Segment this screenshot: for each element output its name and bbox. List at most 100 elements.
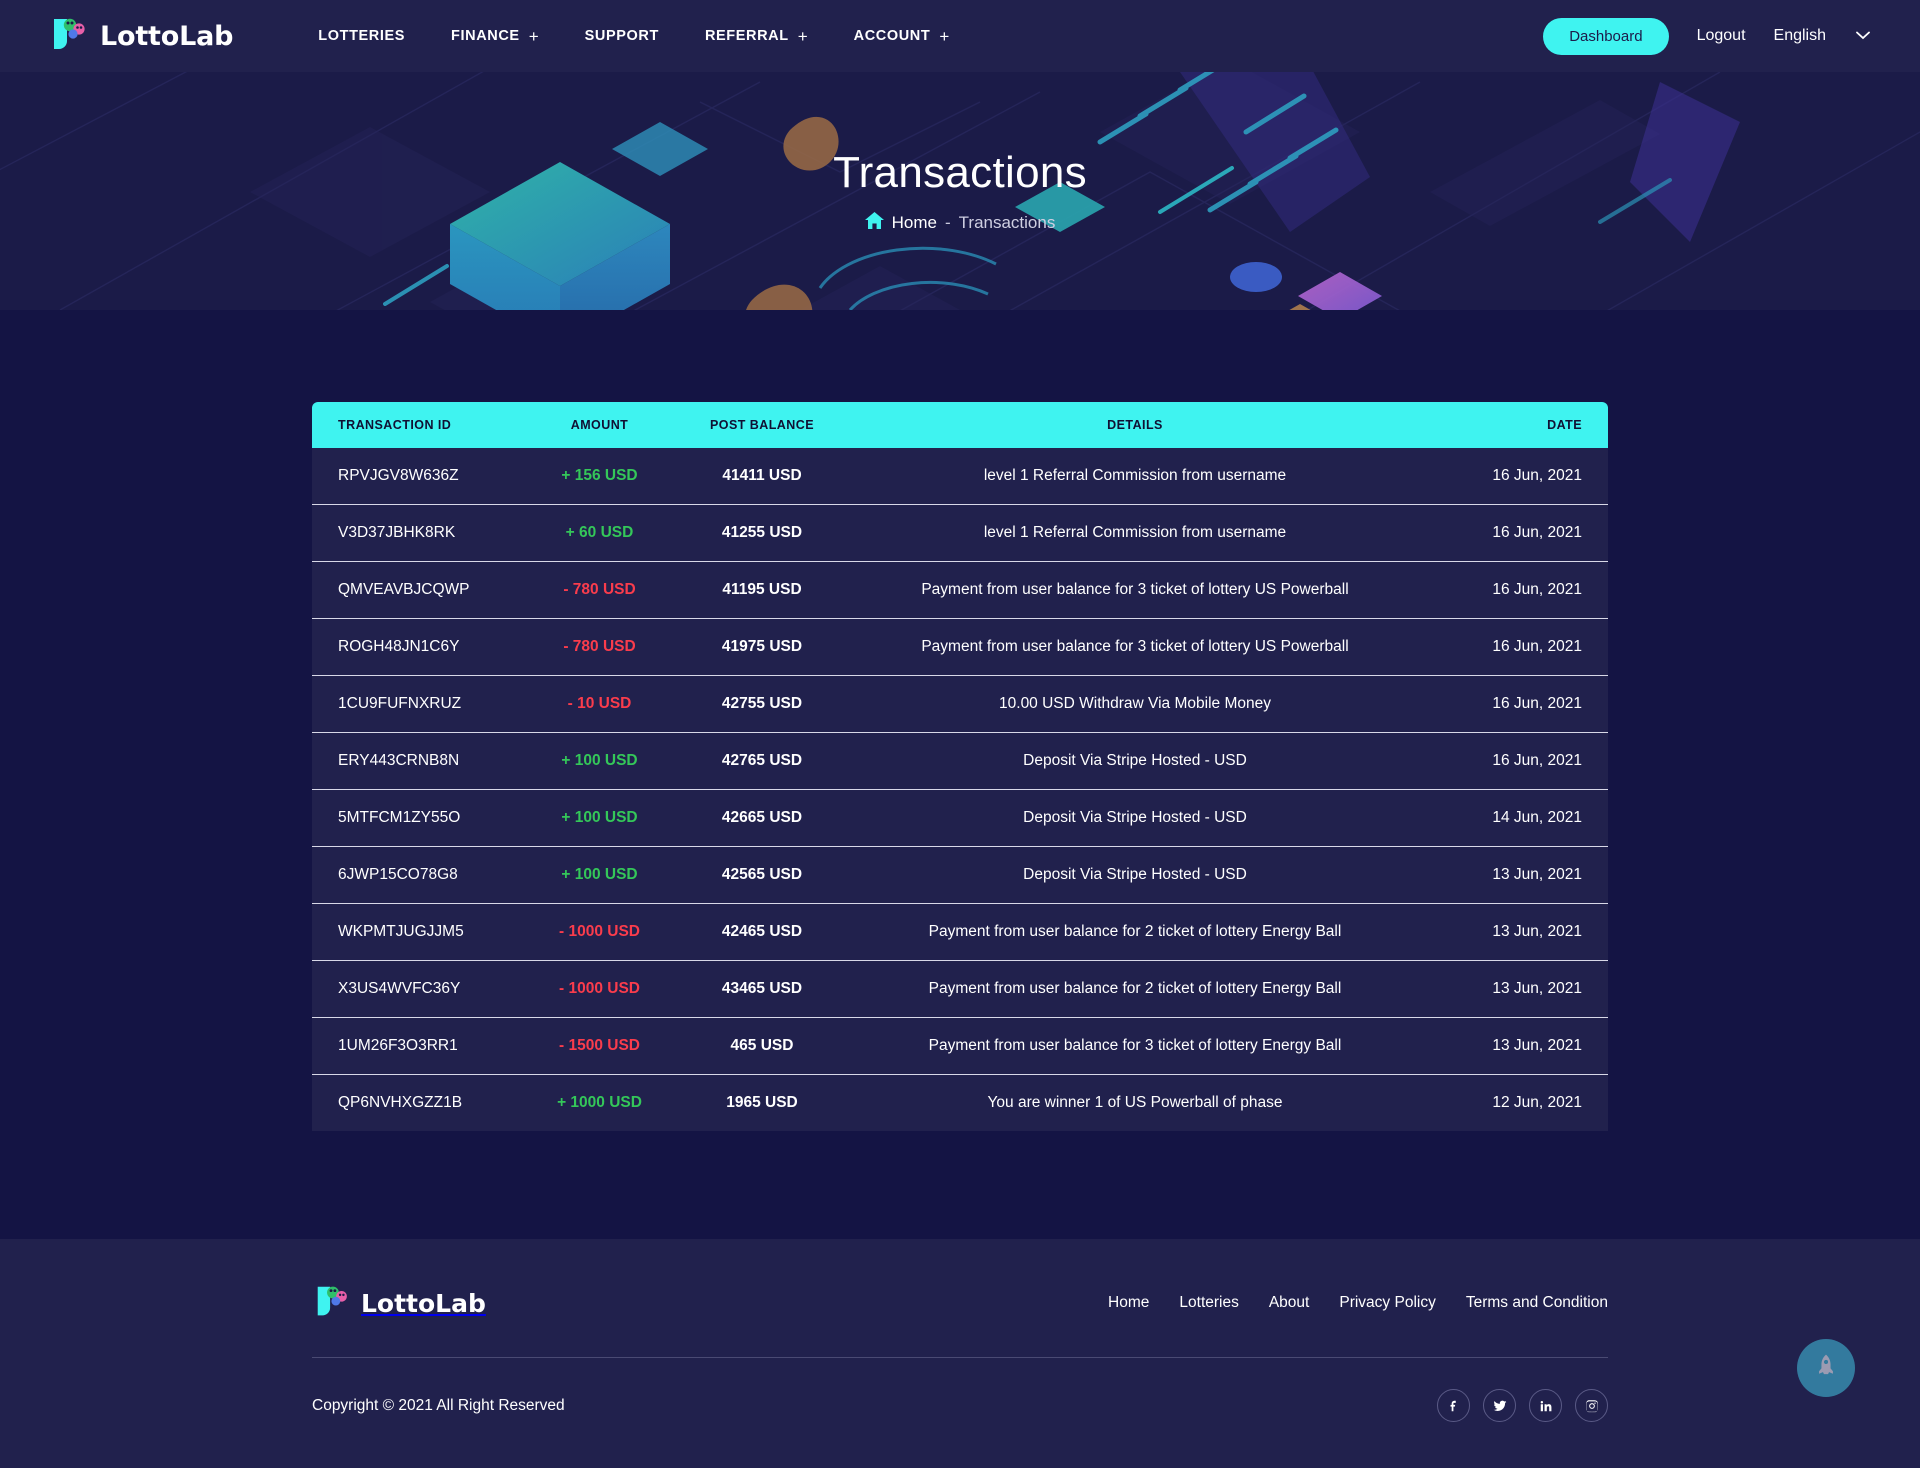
brand-name: LottoLab: [100, 21, 233, 52]
cell-amount: - 1000 USD: [517, 961, 682, 1018]
footer-brand-logo[interactable]: LottoLab: [312, 1283, 486, 1323]
banner-content: Transactions Home - Transactions: [833, 148, 1087, 234]
table-row[interactable]: 1UM26F3O3RR1- 1500 USD465 USDPayment fro…: [312, 1018, 1608, 1075]
cell-transaction-id: X3US4WVFC36Y: [312, 961, 517, 1018]
plus-icon: +: [939, 28, 949, 45]
lottolab-logo-icon: [312, 1283, 352, 1323]
table-row[interactable]: 5MTFCM1ZY55O+ 100 USD42665 USDDeposit Vi…: [312, 790, 1608, 847]
cell-post-balance: 42665 USD: [682, 790, 842, 847]
chevron-down-icon[interactable]: [1856, 27, 1870, 45]
nav-item-referral[interactable]: REFERRAL +: [682, 28, 831, 45]
cell-transaction-id: WKPMTJUGJJM5: [312, 904, 517, 961]
transactions-table: TRANSACTION ID AMOUNT POST BALANCE DETAI…: [312, 402, 1608, 1131]
cell-post-balance: 42565 USD: [682, 847, 842, 904]
table-row[interactable]: QMVEAVBJCQWP- 780 USD41195 USDPayment fr…: [312, 562, 1608, 619]
linkedin-icon[interactable]: [1529, 1389, 1562, 1422]
column-header-post-balance: POST BALANCE: [682, 402, 842, 448]
table-row[interactable]: RPVJGV8W636Z+ 156 USD41411 USDlevel 1 Re…: [312, 448, 1608, 505]
plus-icon: +: [529, 28, 539, 45]
footer-link-terms-and-condition[interactable]: Terms and Condition: [1466, 1294, 1608, 1312]
column-header-amount: AMOUNT: [517, 402, 682, 448]
dashboard-button[interactable]: Dashboard: [1543, 18, 1668, 55]
nav-item-account[interactable]: ACCOUNT +: [831, 28, 973, 45]
breadcrumb-separator: -: [945, 213, 951, 233]
cell-date: 16 Jun, 2021: [1428, 505, 1608, 562]
footer-nav: Home Lotteries About Privacy Policy Term…: [1108, 1294, 1608, 1312]
cell-details: 10.00 USD Withdraw Via Mobile Money: [842, 676, 1428, 733]
cell-transaction-id: V3D37JBHK8RK: [312, 505, 517, 562]
footer-link-lotteries[interactable]: Lotteries: [1179, 1294, 1238, 1312]
cell-amount: - 780 USD: [517, 562, 682, 619]
cell-details: Deposit Via Stripe Hosted - USD: [842, 790, 1428, 847]
nav-item-lotteries[interactable]: LOTTERIES: [295, 28, 428, 44]
scroll-to-top-button[interactable]: [1797, 1339, 1855, 1397]
rocket-icon: [1813, 1353, 1839, 1384]
instagram-icon[interactable]: [1575, 1389, 1608, 1422]
nav-item-label: ACCOUNT: [854, 28, 931, 44]
table-row[interactable]: V3D37JBHK8RK+ 60 USD41255 USDlevel 1 Ref…: [312, 505, 1608, 562]
cell-post-balance: 42465 USD: [682, 904, 842, 961]
column-header-details: DETAILS: [842, 402, 1428, 448]
twitter-icon[interactable]: [1483, 1389, 1516, 1422]
cell-post-balance: 42765 USD: [682, 733, 842, 790]
cell-amount: - 10 USD: [517, 676, 682, 733]
table-container: TRANSACTION ID AMOUNT POST BALANCE DETAI…: [312, 402, 1608, 1131]
breadcrumb-home-link[interactable]: Home: [892, 213, 937, 233]
cell-date: 12 Jun, 2021: [1428, 1075, 1608, 1132]
cell-date: 13 Jun, 2021: [1428, 847, 1608, 904]
cell-post-balance: 41195 USD: [682, 562, 842, 619]
cell-details: Payment from user balance for 2 ticket o…: [842, 961, 1428, 1018]
cell-transaction-id: 1UM26F3O3RR1: [312, 1018, 517, 1075]
table-row[interactable]: ROGH48JN1C6Y- 780 USD41975 USDPayment fr…: [312, 619, 1608, 676]
nav-item-support[interactable]: SUPPORT: [562, 28, 682, 44]
nav-right-actions: Dashboard Logout English: [1543, 18, 1880, 55]
footer-link-privacy-policy[interactable]: Privacy Policy: [1339, 1294, 1435, 1312]
cell-date: 16 Jun, 2021: [1428, 562, 1608, 619]
cell-details: Deposit Via Stripe Hosted - USD: [842, 847, 1428, 904]
social-links: [1437, 1389, 1608, 1422]
cell-post-balance: 465 USD: [682, 1018, 842, 1075]
table-head: TRANSACTION ID AMOUNT POST BALANCE DETAI…: [312, 402, 1608, 448]
nav-item-label: REFERRAL: [705, 28, 789, 44]
facebook-icon[interactable]: [1437, 1389, 1470, 1422]
cell-details: Payment from user balance for 2 ticket o…: [842, 904, 1428, 961]
table-row[interactable]: ERY443CRNB8N+ 100 USD42765 USDDeposit Vi…: [312, 733, 1608, 790]
cell-amount: - 780 USD: [517, 619, 682, 676]
cell-transaction-id: ERY443CRNB8N: [312, 733, 517, 790]
home-icon: [865, 212, 884, 234]
language-selector[interactable]: English: [1774, 27, 1826, 45]
nav-item-label: SUPPORT: [585, 28, 659, 44]
cell-details: Deposit Via Stripe Hosted - USD: [842, 733, 1428, 790]
cell-details: Payment from user balance for 3 ticket o…: [842, 619, 1428, 676]
cell-post-balance: 41255 USD: [682, 505, 842, 562]
page-title: Transactions: [833, 148, 1087, 198]
breadcrumb-current: Transactions: [959, 213, 1056, 233]
main-content: TRANSACTION ID AMOUNT POST BALANCE DETAI…: [0, 310, 1920, 1239]
cell-transaction-id: 6JWP15CO78G8: [312, 847, 517, 904]
cell-amount: + 100 USD: [517, 733, 682, 790]
cell-amount: + 100 USD: [517, 790, 682, 847]
brand-logo[interactable]: LottoLab: [48, 15, 233, 57]
nav-item-finance[interactable]: FINANCE +: [428, 28, 562, 45]
cell-date: 16 Jun, 2021: [1428, 448, 1608, 505]
table-row[interactable]: X3US4WVFC36Y- 1000 USD43465 USDPayment f…: [312, 961, 1608, 1018]
column-header-transaction-id: TRANSACTION ID: [312, 402, 517, 448]
logout-link[interactable]: Logout: [1697, 27, 1746, 45]
footer-link-home[interactable]: Home: [1108, 1294, 1149, 1312]
cell-details: Payment from user balance for 3 ticket o…: [842, 1018, 1428, 1075]
table-body: RPVJGV8W636Z+ 156 USD41411 USDlevel 1 Re…: [312, 448, 1608, 1131]
cell-post-balance: 41411 USD: [682, 448, 842, 505]
cell-amount: + 1000 USD: [517, 1075, 682, 1132]
cell-details: You are winner 1 of US Powerball of phas…: [842, 1075, 1428, 1132]
cell-date: 13 Jun, 2021: [1428, 904, 1608, 961]
table-row[interactable]: 6JWP15CO78G8+ 100 USD42565 USDDeposit Vi…: [312, 847, 1608, 904]
table-row[interactable]: WKPMTJUGJJM5- 1000 USD42465 USDPayment f…: [312, 904, 1608, 961]
cell-amount: + 156 USD: [517, 448, 682, 505]
cell-amount: + 100 USD: [517, 847, 682, 904]
cell-details: level 1 Referral Commission from usernam…: [842, 448, 1428, 505]
table-row[interactable]: QP6NVHXGZZ1B+ 1000 USD1965 USDYou are wi…: [312, 1075, 1608, 1132]
footer-brand-name: LottoLab: [361, 1289, 486, 1318]
footer-link-about[interactable]: About: [1269, 1294, 1310, 1312]
cell-amount: - 1500 USD: [517, 1018, 682, 1075]
table-row[interactable]: 1CU9FUFNXRUZ- 10 USD42755 USD10.00 USD W…: [312, 676, 1608, 733]
